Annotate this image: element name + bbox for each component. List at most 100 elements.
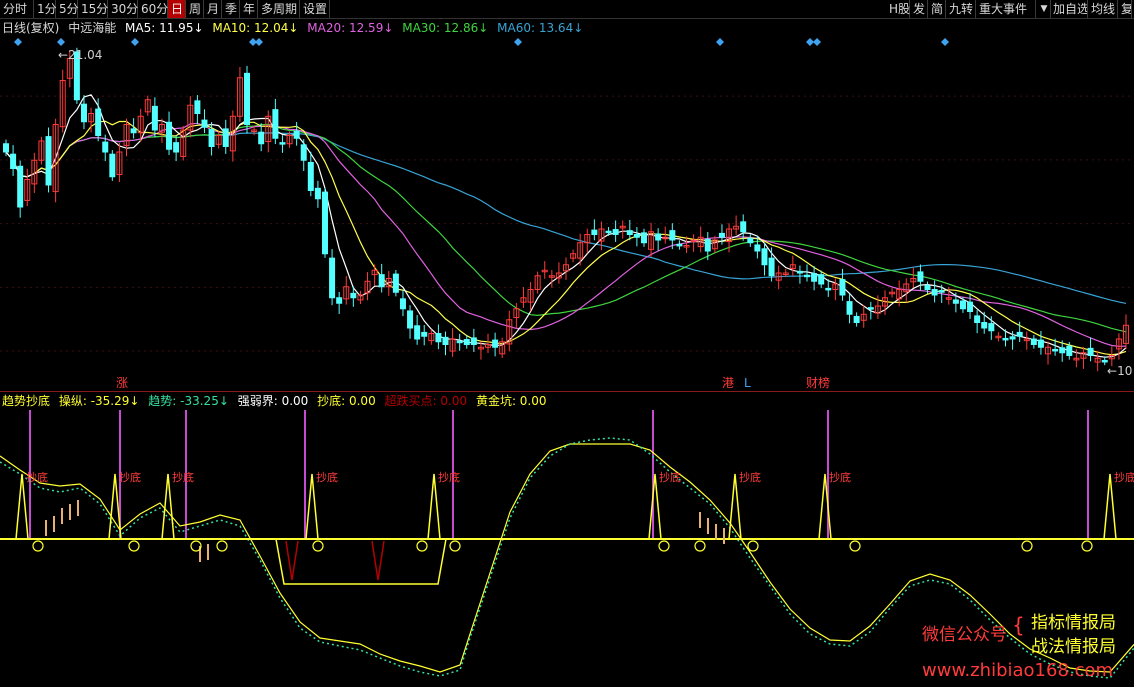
toolbar-item-2[interactable]: 简 xyxy=(928,0,946,18)
candle-body-61 xyxy=(435,333,442,343)
ma5-value: MA5: 11.95↓ xyxy=(125,21,204,35)
baseline-circle-6 xyxy=(449,540,461,552)
signal-label-6: 抄底 xyxy=(739,470,761,484)
candle-body-29 xyxy=(208,128,215,147)
candle-body-118 xyxy=(839,279,846,296)
candle-body-137 xyxy=(974,315,981,323)
candle-body-119 xyxy=(846,301,853,315)
candle-body-28 xyxy=(201,119,208,128)
diamond-marker-2 xyxy=(131,38,139,46)
candle-body-113 xyxy=(804,274,811,278)
period-tab-4[interactable]: 30分 xyxy=(108,0,138,18)
watermark-wechat: 微信公众号 xyxy=(922,625,1007,645)
qiangruo-value: 强弱界: 0.00 xyxy=(237,394,309,408)
period-tab-2[interactable]: 5分 xyxy=(56,0,79,18)
signal-label-5: 抄底 xyxy=(659,470,681,484)
toolbar-item-4[interactable]: 重大事件 xyxy=(976,0,1036,18)
event-tag-l[interactable]: L xyxy=(744,376,751,390)
diamond-marker-0 xyxy=(14,38,22,46)
candle-body-88 xyxy=(626,230,633,235)
signal-label-7: 抄底 xyxy=(829,470,851,484)
stock-name: 中远海能 xyxy=(68,21,117,35)
period-tab-12[interactable]: 设置 xyxy=(300,0,330,18)
candle-body-122 xyxy=(867,307,874,310)
baseline-circle-8 xyxy=(694,540,706,552)
candle-body-129 xyxy=(917,271,924,282)
baseline-circle-0 xyxy=(32,540,44,552)
panel-divider xyxy=(0,391,1134,392)
candle-body-14 xyxy=(102,141,109,153)
signal-label-3: 抄底 xyxy=(316,470,338,484)
low-price-label: ←10 xyxy=(1107,364,1133,378)
toolbar-action-1[interactable]: 均线 xyxy=(1088,0,1118,18)
candle-body-41 xyxy=(293,130,300,139)
baseline-circle-5 xyxy=(416,540,428,552)
candle-body-58 xyxy=(414,325,421,340)
toolbar-action-0[interactable]: 加自选 xyxy=(1050,0,1088,18)
baseline-circle-4 xyxy=(312,540,324,552)
candle-body-138 xyxy=(981,322,988,329)
candle-body-135 xyxy=(959,300,966,310)
candle-body-44 xyxy=(314,187,321,200)
diamond-marker-6 xyxy=(716,38,724,46)
candle-body-65 xyxy=(463,339,470,345)
diamond-marker-7 xyxy=(806,38,814,46)
event-tag-zhang[interactable]: 涨 xyxy=(116,376,128,390)
caozong-value: 操纵: -35.29↓ xyxy=(58,394,140,408)
candle-body-114 xyxy=(811,273,818,282)
candle-body-39 xyxy=(279,142,286,145)
period-tab-6[interactable]: 日 xyxy=(168,0,186,18)
period-tab-1[interactable]: 1分 xyxy=(34,0,57,18)
candle-body-134 xyxy=(952,299,959,304)
signal-label-0: 抄底 xyxy=(26,470,48,484)
candle-body-2 xyxy=(17,165,24,208)
candle-body-95 xyxy=(676,243,683,247)
period-tab-8[interactable]: 月 xyxy=(204,0,222,18)
period-tab-9[interactable]: 季 xyxy=(222,0,240,18)
period-tab-0[interactable]: 分时 xyxy=(0,0,34,18)
toolbar-item-0[interactable]: H股 xyxy=(886,0,910,18)
candle-body-38 xyxy=(272,109,279,139)
candle-body-62 xyxy=(442,336,449,346)
candle-body-11 xyxy=(80,103,87,123)
chaodie-value: 超跌买点: 0.00 xyxy=(384,394,468,408)
candle-body-94 xyxy=(669,230,676,241)
toolbar-item-1[interactable]: 发 xyxy=(910,0,928,18)
candle-body-31 xyxy=(222,128,229,148)
diamond-marker-5 xyxy=(514,38,522,46)
toolbar-action-2[interactable]: 复 xyxy=(1118,0,1132,18)
period-tab-3[interactable]: 15分 xyxy=(78,0,108,18)
baseline-circle-11 xyxy=(1021,540,1033,552)
candle-body-90 xyxy=(640,232,647,244)
candle-body-107 xyxy=(761,248,768,266)
indicator-info-line: 趋势抄底 操纵: -35.29↓ 趋势: -33.25↓ 强弱界: 0.00 抄… xyxy=(2,393,552,409)
ma20-line xyxy=(5,122,1127,347)
candle-body-143 xyxy=(1016,331,1023,337)
candle-body-106 xyxy=(754,244,761,252)
candle-body-120 xyxy=(853,315,860,324)
high-price-label: ←21.04 xyxy=(58,48,103,62)
candle-body-141 xyxy=(1002,337,1009,341)
diamond-marker-9 xyxy=(941,38,949,46)
candle-body-131 xyxy=(931,289,938,296)
red-dip-1 xyxy=(371,540,385,581)
period-tab-11[interactable]: 多周期 xyxy=(258,0,300,18)
qushi-value: 趋势: -33.25↓ xyxy=(148,394,229,408)
event-tag-caibang[interactable]: 财榜 xyxy=(806,376,830,390)
ma60-value: MA60: 13.64↓ xyxy=(497,21,584,35)
toolbar-item-3[interactable]: 九转 xyxy=(946,0,976,18)
candle-body-132 xyxy=(938,290,945,293)
candle-body-105 xyxy=(747,237,754,244)
candle-body-153 xyxy=(1087,347,1094,357)
gold-pit-box xyxy=(275,538,447,585)
period-tab-5[interactable]: 60分 xyxy=(138,0,168,18)
candle-body-66 xyxy=(470,337,477,345)
candle-body-0 xyxy=(3,143,9,153)
period-tab-10[interactable]: 年 xyxy=(240,0,258,18)
candle-body-15 xyxy=(109,153,116,178)
candle-body-47 xyxy=(336,297,343,304)
watermark-line1: 指标情报局 xyxy=(1031,613,1116,633)
candle-body-1 xyxy=(10,153,17,169)
event-tag-gang[interactable]: 港 xyxy=(722,376,734,390)
period-tab-7[interactable]: 周 xyxy=(186,0,204,18)
